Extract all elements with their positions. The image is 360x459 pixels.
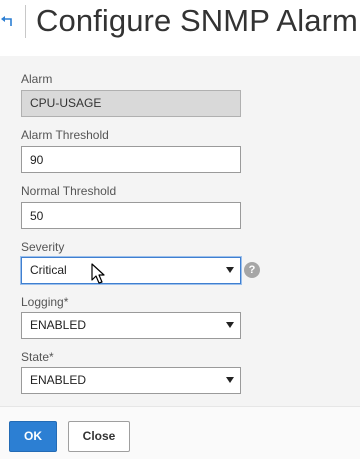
normal-threshold-label: Normal Threshold bbox=[21, 184, 117, 198]
severity-label: Severity bbox=[21, 240, 65, 254]
chevron-down-icon bbox=[226, 322, 234, 328]
footer: OK Close bbox=[0, 406, 360, 459]
header: Configure SNMP Alarm bbox=[0, 0, 360, 46]
severity-select[interactable]: Critical bbox=[21, 257, 241, 284]
back-button[interactable] bbox=[0, 10, 18, 32]
logging-select[interactable]: ENABLED bbox=[21, 312, 241, 339]
normal-threshold-input[interactable] bbox=[21, 202, 241, 229]
alarm-field: CPU-USAGE bbox=[21, 90, 241, 117]
page-title: Configure SNMP Alarm bbox=[36, 3, 358, 38]
alarm-threshold-input[interactable] bbox=[21, 146, 241, 173]
state-value: ENABLED bbox=[30, 373, 87, 387]
chevron-down-icon bbox=[226, 377, 234, 383]
help-icon[interactable]: ? bbox=[244, 262, 260, 278]
close-button[interactable]: Close bbox=[68, 421, 130, 452]
alarm-threshold-label: Alarm Threshold bbox=[21, 128, 109, 142]
alarm-label: Alarm bbox=[21, 72, 53, 86]
back-arrow-icon bbox=[1, 16, 12, 26]
logging-label: Logging* bbox=[21, 295, 69, 309]
chevron-down-icon bbox=[226, 267, 234, 273]
header-divider bbox=[25, 5, 26, 38]
state-select[interactable]: ENABLED bbox=[21, 367, 241, 394]
severity-value: Critical bbox=[30, 263, 67, 277]
ok-button[interactable]: OK bbox=[9, 421, 57, 452]
state-label: State* bbox=[21, 350, 54, 364]
logging-value: ENABLED bbox=[30, 318, 87, 332]
